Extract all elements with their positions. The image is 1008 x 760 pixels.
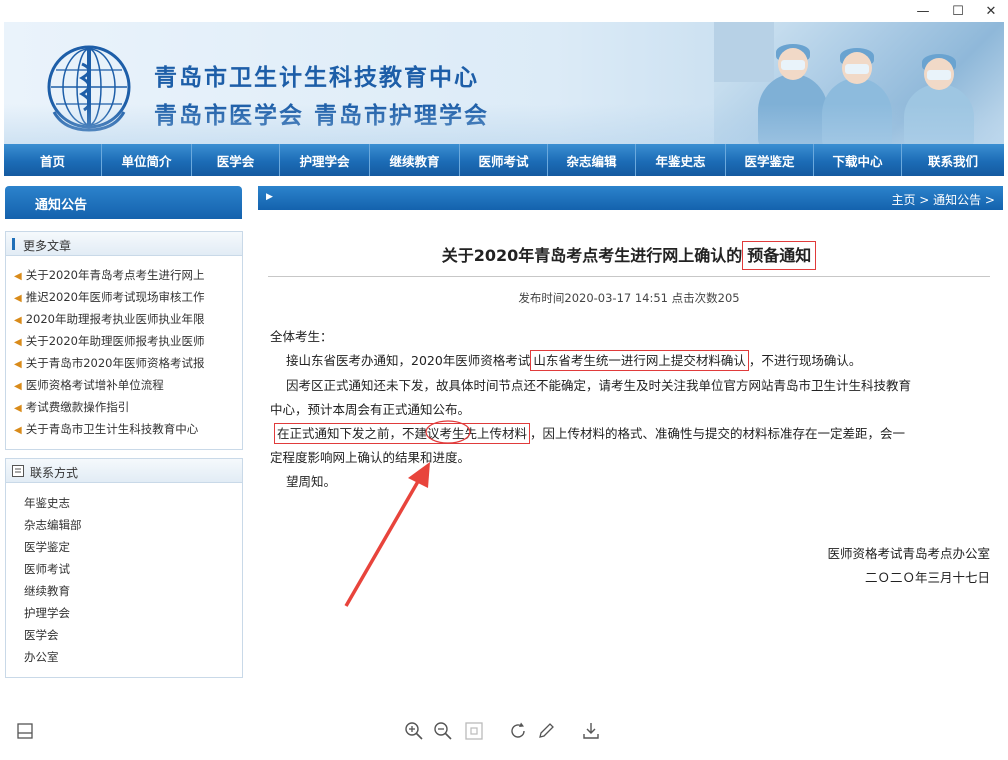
rotate-icon[interactable] (505, 718, 531, 744)
annotation-arrow (344, 477, 422, 607)
annotation-circle (425, 420, 471, 444)
fit-icon[interactable] (461, 718, 487, 744)
download-icon[interactable] (578, 718, 604, 744)
edit-icon[interactable] (533, 718, 559, 744)
signature-date: 二Ｏ二Ｏ年三月十七日 (864, 570, 990, 585)
zoom-in-icon[interactable] (401, 718, 427, 744)
signature-office: 医师资格考试青岛考点办公室 (827, 546, 990, 561)
zoom-out-icon[interactable] (430, 718, 456, 744)
panel-icon[interactable] (12, 718, 38, 744)
viewer-toolbar (0, 708, 1008, 760)
annotation-overlay (344, 420, 471, 607)
annotation-arrowhead (408, 462, 430, 488)
